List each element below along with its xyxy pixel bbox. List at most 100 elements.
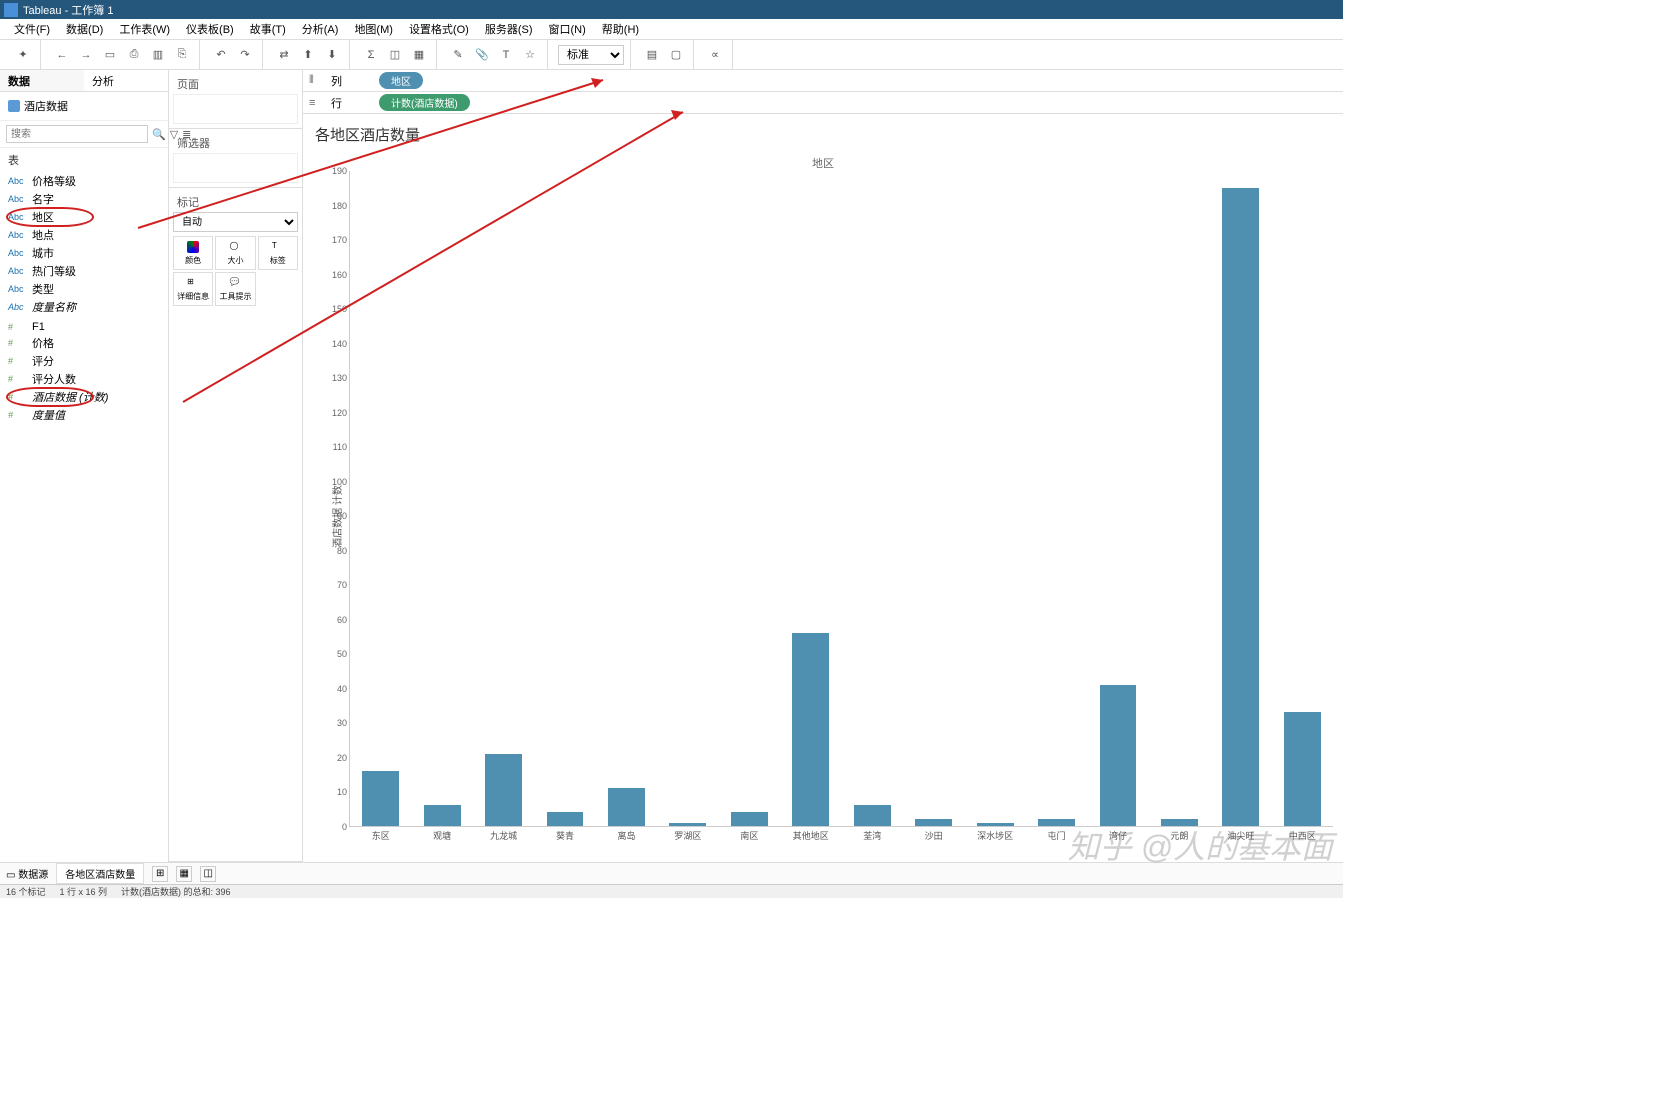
tableau-icon[interactable]: ✦ bbox=[12, 44, 34, 66]
fit-mode-select[interactable]: 标准 bbox=[558, 45, 624, 65]
text-button[interactable]: T bbox=[495, 44, 517, 66]
bar-label: 深水埗区 bbox=[977, 829, 1013, 842]
menu-server[interactable]: 服务器(S) bbox=[477, 19, 541, 39]
field-度量名称[interactable]: Abc度量名称 bbox=[4, 298, 164, 316]
field-酒店数据 (计数)[interactable]: #酒店数据 (计数) bbox=[4, 388, 164, 406]
main-area: 数据 分析 酒店数据 🔍 ▽ ≣ 表 Abc价格等级Abc名字Abc地区Abc地… bbox=[0, 70, 1343, 862]
menu-analysis[interactable]: 分析(A) bbox=[294, 19, 347, 39]
menu-format[interactable]: 设置格式(O) bbox=[401, 19, 477, 39]
show-labels-button[interactable]: ▤ bbox=[641, 44, 663, 66]
redo-button[interactable]: ↷ bbox=[234, 44, 256, 66]
sort-asc-button[interactable]: ⬆ bbox=[297, 44, 319, 66]
field-label: F1 bbox=[32, 321, 45, 333]
status-sum: 计数(酒店数据) 的总和: 396 bbox=[121, 885, 231, 898]
datasource-tab[interactable]: ▭ 数据源 bbox=[6, 866, 48, 881]
field-地点[interactable]: Abc地点 bbox=[4, 226, 164, 244]
attach-button[interactable]: 📎 bbox=[471, 44, 493, 66]
new-dashboard-button[interactable]: ▦ bbox=[176, 866, 192, 882]
chart-plot[interactable]: 东区观塘九龙城葵青离岛罗湖区南区其他地区荃湾沙田深水埗区屯门湾仔元朗油尖旺中西区 bbox=[349, 171, 1333, 827]
forward-button[interactable]: → bbox=[75, 44, 97, 66]
menu-file[interactable]: 文件(F) bbox=[6, 19, 58, 39]
menu-map[interactable]: 地图(M) bbox=[346, 19, 401, 39]
save-button[interactable]: ▭ bbox=[99, 44, 121, 66]
bar-九龙城[interactable]: 九龙城 bbox=[473, 171, 534, 826]
chart-title[interactable]: 各地区酒店数量 bbox=[313, 120, 1333, 155]
show-me-button[interactable]: ▦ bbox=[408, 44, 430, 66]
field-type-icon: # bbox=[8, 374, 26, 384]
tab-analytics[interactable]: 分析 bbox=[84, 70, 168, 91]
search-input[interactable] bbox=[6, 125, 148, 143]
duplicate-button[interactable]: ⎘ bbox=[171, 44, 193, 66]
field-label: 评分 bbox=[32, 353, 54, 369]
field-评分[interactable]: #评分 bbox=[4, 352, 164, 370]
menu-data[interactable]: 数据(D) bbox=[58, 19, 111, 39]
pin-button[interactable]: ☆ bbox=[519, 44, 541, 66]
field-热门等级[interactable]: Abc热门等级 bbox=[4, 262, 164, 280]
bar-观塘[interactable]: 观塘 bbox=[411, 171, 472, 826]
field-label: 评分人数 bbox=[32, 371, 76, 387]
datasource-name[interactable]: 酒店数据 bbox=[0, 92, 168, 121]
titlebar: Tableau - 工作簿 1 bbox=[0, 0, 1343, 19]
new-datasource-button[interactable]: ⎙ bbox=[123, 44, 145, 66]
field-度量值[interactable]: #度量值 bbox=[4, 406, 164, 424]
field-地区[interactable]: Abc地区 bbox=[4, 208, 164, 226]
field-名字[interactable]: Abc名字 bbox=[4, 190, 164, 208]
pages-shelf[interactable] bbox=[173, 94, 298, 124]
bar-元朗[interactable]: 元朗 bbox=[1149, 171, 1210, 826]
field-价格[interactable]: #价格 bbox=[4, 334, 164, 352]
presentation-button[interactable]: ▢ bbox=[665, 44, 687, 66]
bar-东区[interactable]: 东区 bbox=[350, 171, 411, 826]
rows-shelf[interactable]: ≡ 行 计数(酒店数据) bbox=[303, 92, 1343, 114]
bar-湾仔[interactable]: 湾仔 bbox=[1087, 171, 1148, 826]
mark-color[interactable]: 颜色 bbox=[173, 236, 213, 270]
back-button[interactable]: ← bbox=[51, 44, 73, 66]
columns-pill-region[interactable]: 地区 bbox=[379, 72, 423, 89]
menu-dashboard[interactable]: 仪表板(B) bbox=[178, 19, 242, 39]
bar-屯门[interactable]: 屯门 bbox=[1026, 171, 1087, 826]
field-价格等级[interactable]: Abc价格等级 bbox=[4, 172, 164, 190]
dimensions-list: Abc价格等级Abc名字Abc地区Abc地点Abc城市Abc热门等级Abc类型A… bbox=[0, 172, 168, 316]
menu-worksheet[interactable]: 工作表(W) bbox=[111, 19, 178, 39]
new-sheet-button[interactable]: ▥ bbox=[147, 44, 169, 66]
share-button[interactable]: ∝ bbox=[704, 44, 726, 66]
marks-type-select[interactable]: 自动 bbox=[173, 212, 298, 232]
mark-size[interactable]: ◯大小 bbox=[215, 236, 255, 270]
menu-help[interactable]: 帮助(H) bbox=[594, 19, 647, 39]
mark-detail[interactable]: ⊞详细信息 bbox=[173, 272, 213, 306]
filters-shelf[interactable] bbox=[173, 153, 298, 183]
bar-中西区[interactable]: 中西区 bbox=[1272, 171, 1333, 826]
bar-其他地区[interactable]: 其他地区 bbox=[780, 171, 841, 826]
field-F1[interactable]: #F1 bbox=[4, 320, 164, 334]
columns-shelf[interactable]: ⦀ 列 地区 bbox=[303, 70, 1343, 92]
group-button[interactable]: ◫ bbox=[384, 44, 406, 66]
mark-tooltip[interactable]: 💬工具提示 bbox=[215, 272, 255, 306]
rows-pill-count[interactable]: 计数(酒店数据) bbox=[379, 94, 470, 111]
bar-葵青[interactable]: 葵青 bbox=[534, 171, 595, 826]
bar-南区[interactable]: 南区 bbox=[719, 171, 780, 826]
field-类型[interactable]: Abc类型 bbox=[4, 280, 164, 298]
bar-油尖旺[interactable]: 油尖旺 bbox=[1210, 171, 1271, 826]
columns-label: 列 bbox=[331, 73, 371, 89]
totals-button[interactable]: Σ bbox=[360, 44, 382, 66]
bar-深水埗区[interactable]: 深水埗区 bbox=[964, 171, 1025, 826]
field-type-icon: Abc bbox=[8, 266, 26, 276]
menu-window[interactable]: 窗口(N) bbox=[541, 19, 594, 39]
bar-荃湾[interactable]: 荃湾 bbox=[842, 171, 903, 826]
swap-button[interactable]: ⇄ bbox=[273, 44, 295, 66]
sort-desc-button[interactable]: ⬇ bbox=[321, 44, 343, 66]
menu-story[interactable]: 故事(T) bbox=[242, 19, 294, 39]
new-story-button[interactable]: ◫ bbox=[200, 866, 216, 882]
search-icon[interactable]: 🔍 bbox=[152, 128, 166, 141]
mark-label[interactable]: T标签 bbox=[258, 236, 298, 270]
field-城市[interactable]: Abc城市 bbox=[4, 244, 164, 262]
tab-data[interactable]: 数据 bbox=[0, 70, 84, 91]
field-评分人数[interactable]: # 评分人数 bbox=[4, 370, 164, 388]
highlight-button[interactable]: ✎ bbox=[447, 44, 469, 66]
new-worksheet-button[interactable]: ⊞ bbox=[152, 866, 168, 882]
undo-button[interactable]: ↶ bbox=[210, 44, 232, 66]
bar-罗湖区[interactable]: 罗湖区 bbox=[657, 171, 718, 826]
bar-沙田[interactable]: 沙田 bbox=[903, 171, 964, 826]
sheet-tab-1[interactable]: 各地区酒店数量 bbox=[56, 863, 144, 884]
bar-离岛[interactable]: 离岛 bbox=[596, 171, 657, 826]
bar-label: 观塘 bbox=[433, 829, 451, 842]
